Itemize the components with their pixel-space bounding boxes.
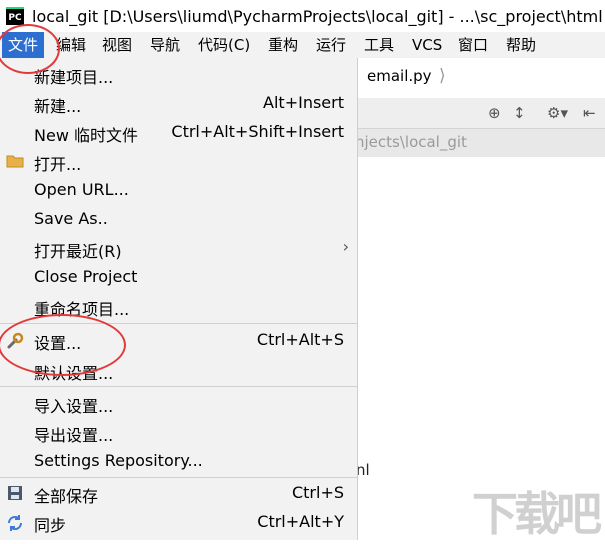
target-icon[interactable]: ⊕ bbox=[488, 104, 501, 122]
breadcrumb-file[interactable]: email.py bbox=[367, 67, 432, 85]
menu-item-label: Settings Repository... bbox=[34, 451, 203, 470]
menu-item-save-all[interactable]: 全部保存 Ctrl+S bbox=[0, 479, 357, 508]
watermark-logo: 下载吧 bbox=[472, 487, 602, 541]
menu-item-label: New 临时文件 bbox=[34, 126, 138, 145]
menu-run[interactable]: 运行 bbox=[310, 32, 352, 58]
editor-navbar: email.py ⟩ bbox=[355, 58, 605, 99]
save-icon bbox=[6, 485, 24, 503]
menu-separator bbox=[0, 477, 357, 478]
menu-refactor[interactable]: 重构 bbox=[262, 32, 304, 58]
pycharm-logo-icon: PC bbox=[6, 7, 24, 25]
menu-item-save-as[interactable]: Save As.. bbox=[0, 205, 357, 234]
menu-item-label: 打开... bbox=[34, 155, 82, 174]
annotation-circle-settings bbox=[0, 314, 126, 376]
menu-item-import-settings[interactable]: 导入设置... bbox=[0, 389, 357, 418]
menu-item-label: 导入设置... bbox=[34, 397, 114, 416]
tool-window-toolbar: ⊕ ↕ ⚙▾ ⇤ bbox=[355, 98, 605, 129]
file-menu-dropdown: 新建项目... 新建... Alt+Insert New 临时文件 Ctrl+A… bbox=[0, 58, 358, 540]
menu-item-label: 导出设置... bbox=[34, 426, 114, 445]
menu-item-shortcut: Ctrl+S bbox=[291, 483, 344, 502]
tree-item-fragment: nl bbox=[356, 461, 370, 479]
menu-item-open-url[interactable]: Open URL... bbox=[0, 176, 357, 205]
menu-item-new-project[interactable]: 新建项目... bbox=[0, 60, 357, 89]
menu-item-synchronize[interactable]: 同步 Ctrl+Alt+Y bbox=[0, 508, 357, 537]
menu-code[interactable]: 代码(C) bbox=[192, 32, 256, 58]
chevron-right-icon: › bbox=[342, 237, 349, 256]
menu-help[interactable]: 帮助 bbox=[500, 32, 542, 58]
menu-tools[interactable]: 工具 bbox=[358, 32, 400, 58]
menu-item-new[interactable]: 新建... Alt+Insert bbox=[0, 89, 357, 118]
chevron-right-icon: ⟩ bbox=[439, 66, 446, 86]
menu-item-label: 全部保存 bbox=[34, 487, 99, 506]
menu-navigate[interactable]: 导航 bbox=[144, 32, 186, 58]
menu-item-shortcut: Ctrl+Alt+Y bbox=[257, 512, 344, 531]
menu-vcs[interactable]: VCS bbox=[406, 32, 448, 58]
menu-item-label: 打开最近(R) bbox=[34, 242, 122, 261]
menu-bar: 文件 编辑 视图 导航 代码(C) 重构 运行 工具 VCS 窗口 帮助 bbox=[0, 32, 605, 58]
sync-icon bbox=[6, 514, 24, 532]
menu-item-export-settings[interactable]: 导出设置... bbox=[0, 418, 357, 447]
menu-item-open-recent[interactable]: 打开最近(R) › bbox=[0, 234, 357, 263]
menu-separator bbox=[0, 386, 357, 387]
menu-item-label: Open URL... bbox=[34, 180, 129, 199]
menu-item-close-project[interactable]: Close Project bbox=[0, 263, 357, 292]
menu-item-open[interactable]: 打开... bbox=[0, 147, 357, 176]
folder-icon bbox=[6, 153, 24, 171]
gear-icon[interactable]: ⚙▾ bbox=[547, 104, 568, 122]
collapse-icon[interactable]: ↕ bbox=[513, 104, 526, 122]
menu-item-label: Save As.. bbox=[34, 209, 108, 228]
menu-item-settings-repository[interactable]: Settings Repository... bbox=[0, 447, 357, 476]
menu-item-new-scratch[interactable]: New 临时文件 Ctrl+Alt+Shift+Insert bbox=[0, 118, 357, 147]
menu-item-shortcut: Alt+Insert bbox=[263, 93, 344, 112]
project-path: njects\local_git bbox=[355, 133, 467, 151]
window-titlebar: PC local_git [D:\Users\liumd\PycharmProj… bbox=[0, 0, 605, 32]
menu-item-label: Close Project bbox=[34, 267, 138, 286]
window-title: local_git [D:\Users\liumd\PycharmProject… bbox=[32, 7, 603, 26]
project-path-bar: njects\local_git bbox=[355, 129, 605, 157]
menu-item-label: 新建... bbox=[34, 97, 82, 116]
menu-item-shortcut: Ctrl+Alt+S bbox=[256, 330, 344, 349]
hide-panel-icon[interactable]: ⇤ bbox=[583, 104, 596, 122]
menu-item-label: 同步 bbox=[34, 516, 67, 535]
menu-view[interactable]: 视图 bbox=[96, 32, 138, 58]
menu-window[interactable]: 窗口 bbox=[452, 32, 494, 58]
menu-item-shortcut: Ctrl+Alt+Shift+Insert bbox=[171, 122, 344, 141]
